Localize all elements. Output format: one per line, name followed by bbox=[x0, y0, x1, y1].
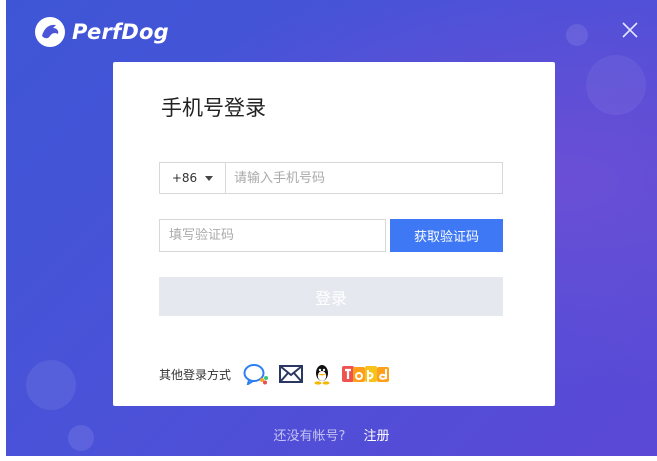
other-login-label: 其他登录方式 bbox=[159, 367, 232, 382]
login-window: PerfDog 手机号登录 +86 获取验证码 登录 其他登录方式 bbox=[6, 0, 657, 456]
get-code-button[interactable]: 获取验证码 bbox=[390, 219, 503, 252]
wechat-work-icon bbox=[243, 364, 269, 385]
close-icon bbox=[622, 22, 638, 38]
country-code-value: +86 bbox=[171, 171, 198, 185]
decor-bubble bbox=[566, 24, 588, 46]
no-account-text: 还没有帐号? bbox=[273, 429, 346, 444]
decor-bubble bbox=[586, 55, 646, 115]
qq-icon bbox=[314, 365, 330, 385]
register-footer: 还没有帐号? 注册 bbox=[6, 425, 657, 444]
other-login-row: 其他登录方式 bbox=[159, 362, 391, 386]
tapd-login-button[interactable] bbox=[341, 363, 391, 385]
page-title: 手机号登录 bbox=[161, 96, 266, 120]
caret-down-icon bbox=[205, 175, 214, 181]
phone-field-group: +86 bbox=[159, 162, 503, 194]
login-card: 手机号登录 +86 获取验证码 登录 其他登录方式 bbox=[113, 62, 555, 406]
close-button[interactable] bbox=[616, 16, 644, 44]
email-icon bbox=[279, 365, 304, 383]
wechat-work-login-button[interactable] bbox=[243, 363, 269, 385]
register-link[interactable]: 注册 bbox=[364, 429, 390, 444]
phone-input[interactable] bbox=[226, 163, 502, 193]
qq-login-button[interactable] bbox=[313, 363, 331, 385]
login-button[interactable]: 登录 bbox=[159, 277, 503, 316]
perfdog-logo-icon bbox=[35, 17, 65, 47]
decor-bubble bbox=[26, 360, 76, 410]
verification-code-input[interactable] bbox=[159, 219, 386, 252]
tapd-icon bbox=[342, 366, 390, 382]
app-name: PerfDog bbox=[72, 20, 169, 44]
country-code-select[interactable]: +86 bbox=[160, 163, 226, 193]
email-login-button[interactable] bbox=[279, 365, 304, 383]
app-logo: PerfDog bbox=[34, 16, 169, 48]
